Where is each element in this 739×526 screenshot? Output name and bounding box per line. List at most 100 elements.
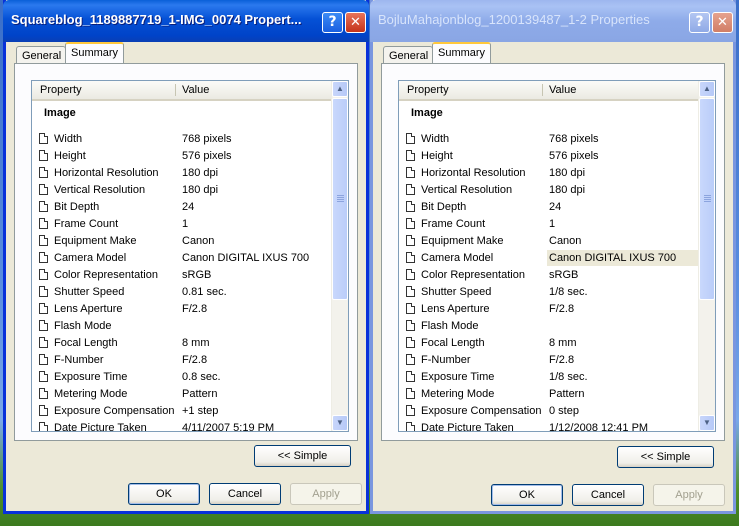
table-row[interactable]: Metering Mode Pattern [32,386,331,403]
table-row[interactable]: Horizontal Resolution 180 dpi [32,165,331,182]
window-title: Squareblog_1189887719_1-IMG_0074 Propert… [11,12,302,27]
property-name: Height [421,150,453,162]
help-button[interactable]: ? [322,12,343,33]
table-row[interactable]: Frame Count 1 [32,216,331,233]
property-name: Bit Depth [54,201,100,213]
property-name: Horizontal Resolution [54,167,159,179]
table-row[interactable]: Date Picture Taken 4/11/2007 5:19 PM [32,420,331,431]
property-value: Canon [549,235,582,247]
property-value: 576 pixels [182,150,232,162]
grip-icon [704,195,711,202]
ok-button[interactable]: OK [128,483,200,505]
property-name: Vertical Resolution [54,184,146,196]
tab-general[interactable]: General [16,46,66,63]
simple-button[interactable]: << Simple [617,446,714,468]
table-row[interactable]: F-Number F/2.8 [399,352,698,369]
table-row[interactable]: Height 576 pixels [399,148,698,165]
close-button[interactable]: ✕ [712,12,733,33]
table-row[interactable]: Equipment Make Canon [32,233,331,250]
property-page-icon [406,371,415,382]
vertical-scrollbar[interactable]: ▲ ▼ [698,81,715,431]
property-value: 1 [549,218,556,230]
column-divider[interactable] [175,84,176,96]
property-value: F/2.8 [549,354,575,366]
column-header-property[interactable]: Property [40,84,82,96]
property-name: F-Number [54,354,104,366]
tab-summary[interactable]: Summary [432,42,491,63]
vertical-scrollbar[interactable]: ▲ ▼ [331,81,348,431]
column-divider[interactable] [542,84,543,96]
cancel-button[interactable]: Cancel [209,483,281,505]
table-row[interactable]: Lens Aperture F/2.8 [32,301,331,318]
table-row[interactable]: Date Picture Taken 1/12/2008 12:41 PM [399,420,698,431]
table-row[interactable]: Metering Mode Pattern [399,386,698,403]
column-header-property[interactable]: Property [407,84,449,96]
table-row[interactable]: Bit Depth 24 [32,199,331,216]
simple-button[interactable]: << Simple [254,445,351,467]
scroll-thumb[interactable] [332,98,348,300]
table-row[interactable]: F-Number F/2.8 [32,352,331,369]
property-page-icon [39,354,48,365]
property-value: Canon [182,235,215,247]
table-row[interactable]: Color Representation sRGB [399,267,698,284]
table-row[interactable]: Flash Mode [399,318,698,335]
scroll-thumb[interactable] [699,98,715,300]
table-row[interactable]: Bit Depth 24 [399,199,698,216]
property-page-icon [406,184,415,195]
table-row[interactable]: Exposure Compensation +1 step [32,403,331,420]
title-bar[interactable]: BojluMahajonblog_1200139487_1-2 Properti… [370,0,736,42]
property-page-icon [39,235,48,246]
ok-button[interactable]: OK [491,484,563,506]
table-row[interactable]: Shutter Speed 1/8 sec. [399,284,698,301]
property-name: Exposure Compensation [421,405,542,417]
table-row[interactable]: Height 576 pixels [32,148,331,165]
help-button[interactable]: ? [689,12,710,33]
tab-summary[interactable]: Summary [65,42,124,63]
table-row[interactable]: Lens Aperture F/2.8 [399,301,698,318]
property-name: Focal Length [421,337,485,349]
property-name: Flash Mode [54,320,112,332]
property-page-icon [39,218,48,229]
scroll-up-icon[interactable]: ▲ [699,81,715,97]
cancel-button[interactable]: Cancel [572,484,644,506]
table-row[interactable]: Flash Mode [32,318,331,335]
property-name: Equipment Make [421,235,504,247]
table-row[interactable]: Horizontal Resolution 180 dpi [399,165,698,182]
property-page-icon [39,303,48,314]
property-name: Frame Count [421,218,486,230]
scroll-up-icon[interactable]: ▲ [332,81,348,97]
table-row[interactable]: Exposure Compensation 0 step [399,403,698,420]
column-header-value[interactable]: Value [182,84,209,96]
property-page-icon [406,269,415,280]
table-row[interactable]: Camera Model Canon DIGITAL IXUS 700 [32,250,331,267]
property-list[interactable]: Property Value Image Width 768 pixels Heig… [31,80,349,432]
column-header-value[interactable]: Value [549,84,576,96]
table-row[interactable]: Focal Length 8 mm [399,335,698,352]
property-name: Flash Mode [421,320,479,332]
table-row[interactable]: Vertical Resolution 180 dpi [32,182,331,199]
table-row[interactable]: Frame Count 1 [399,216,698,233]
scroll-down-icon[interactable]: ▼ [332,415,348,431]
title-bar[interactable]: Squareblog_1189887719_1-IMG_0074 Propert… [3,0,369,42]
table-row[interactable]: Focal Length 8 mm [32,335,331,352]
table-row[interactable]: Equipment Make Canon [399,233,698,250]
table-row[interactable]: Width 768 pixels [399,131,698,148]
property-page-icon [406,405,415,416]
summary-panel: Property Value Image Width 768 pixels Heig… [14,63,358,441]
table-row[interactable]: Vertical Resolution 180 dpi [399,182,698,199]
property-value: 8 mm [182,337,210,349]
table-row[interactable]: Exposure Time 1/8 sec. [399,369,698,386]
table-row[interactable]: Color Representation sRGB [32,267,331,284]
table-row[interactable]: Width 768 pixels [32,131,331,148]
property-page-icon [39,286,48,297]
tab-general[interactable]: General [383,46,433,63]
apply-button[interactable]: Apply [653,484,725,506]
table-row[interactable]: Exposure Time 0.8 sec. [32,369,331,386]
property-page-icon [406,252,415,263]
apply-button[interactable]: Apply [290,483,362,505]
close-button[interactable]: ✕ [345,12,366,33]
table-row[interactable]: Camera Model Canon DIGITAL IXUS 700 [399,250,698,267]
table-row[interactable]: Shutter Speed 0.81 sec. [32,284,331,301]
scroll-down-icon[interactable]: ▼ [699,415,715,431]
property-list[interactable]: Property Value Image Width 768 pixels Heig… [398,80,716,432]
